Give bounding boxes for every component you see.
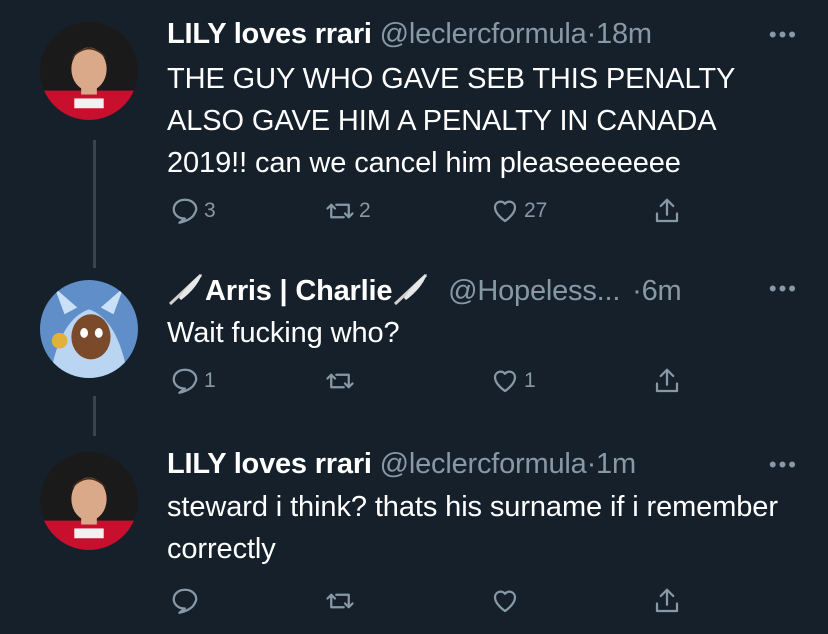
username[interactable]: @leclercformula bbox=[380, 448, 587, 480]
share-icon bbox=[655, 368, 679, 393]
tweet[interactable]: LILY loves rrari @leclercformula·18m •••… bbox=[0, 0, 828, 250]
like-count: 1 bbox=[524, 369, 536, 392]
like-button[interactable] bbox=[490, 586, 524, 616]
quill-pen-icon bbox=[394, 273, 428, 306]
avatar[interactable] bbox=[40, 280, 138, 378]
share-icon bbox=[655, 198, 679, 223]
share-button[interactable] bbox=[652, 196, 682, 226]
reply-button[interactable] bbox=[170, 586, 204, 616]
quill-pen-icon bbox=[168, 273, 203, 306]
separator-dot: · bbox=[586, 448, 597, 480]
more-options-button[interactable]: ••• bbox=[769, 22, 798, 48]
reply-count: 1 bbox=[204, 369, 216, 392]
timestamp[interactable]: 1m bbox=[596, 448, 636, 480]
reply-icon bbox=[172, 368, 198, 394]
display-name[interactable]: LILY loves rrari bbox=[167, 18, 372, 50]
retweet-icon bbox=[326, 203, 354, 219]
separator-dot: · bbox=[586, 18, 597, 50]
timestamp[interactable]: 18m bbox=[596, 18, 652, 50]
retweet-button[interactable] bbox=[325, 586, 359, 616]
username[interactable]: @Hopeless... bbox=[448, 275, 620, 307]
avatar[interactable] bbox=[40, 452, 138, 550]
retweet-icon bbox=[326, 373, 354, 389]
tweet-header: Arris | Charlie @Hopeless... ·6m bbox=[167, 272, 682, 308]
like-count: 27 bbox=[524, 199, 548, 222]
retweet-count: 2 bbox=[359, 199, 371, 222]
avatar-image bbox=[40, 22, 138, 120]
display-name[interactable]: LILY loves rrari bbox=[167, 448, 372, 480]
tweet-actions: 1 1 bbox=[0, 366, 828, 406]
reply-button[interactable]: 1 bbox=[170, 366, 216, 396]
like-button[interactable]: 27 bbox=[490, 196, 547, 226]
tweet-actions: 3 2 27 bbox=[0, 196, 828, 236]
tweet-text: steward i think? thats his surname if i … bbox=[167, 491, 778, 565]
tweet[interactable]: Arris | Charlie @Hopeless... ·6m ••• Wai… bbox=[0, 250, 828, 430]
retweet-button[interactable] bbox=[325, 366, 359, 396]
share-button[interactable] bbox=[652, 366, 682, 396]
tweet-actions bbox=[0, 586, 828, 626]
like-button[interactable]: 1 bbox=[490, 366, 536, 396]
timestamp[interactable]: 6m bbox=[642, 275, 682, 307]
tweet-header: LILY loves rrari @leclercformula·1m bbox=[167, 448, 636, 481]
share-icon bbox=[655, 588, 679, 613]
tweet-text: Wait fucking who? bbox=[167, 317, 400, 349]
reply-icon bbox=[172, 588, 198, 614]
share-button[interactable] bbox=[652, 586, 682, 616]
more-options-button[interactable]: ••• bbox=[769, 452, 798, 478]
reply-count: 3 bbox=[204, 199, 216, 222]
tweet-text: THE GUY WHO GAVE SEB THIS PENALTY ALSO G… bbox=[167, 63, 735, 179]
display-name[interactable]: Arris | Charlie bbox=[205, 275, 392, 307]
heart-icon bbox=[493, 590, 517, 613]
separator-dot: · bbox=[632, 275, 642, 307]
more-options-button[interactable]: ••• bbox=[769, 276, 798, 302]
tweet[interactable]: LILY loves rrari @leclercformula·1m ••• … bbox=[0, 430, 828, 634]
heart-icon bbox=[493, 200, 517, 223]
avatar-image bbox=[40, 452, 138, 550]
avatar[interactable] bbox=[40, 22, 138, 120]
reply-icon bbox=[172, 198, 198, 224]
avatar-image bbox=[40, 280, 138, 378]
tweet-header: LILY loves rrari @leclercformula·18m bbox=[167, 18, 652, 51]
username[interactable]: @leclercformula bbox=[380, 18, 587, 50]
retweet-icon bbox=[326, 593, 354, 609]
heart-icon bbox=[493, 370, 517, 393]
reply-button[interactable]: 3 bbox=[170, 196, 216, 226]
retweet-button[interactable]: 2 bbox=[325, 196, 371, 226]
